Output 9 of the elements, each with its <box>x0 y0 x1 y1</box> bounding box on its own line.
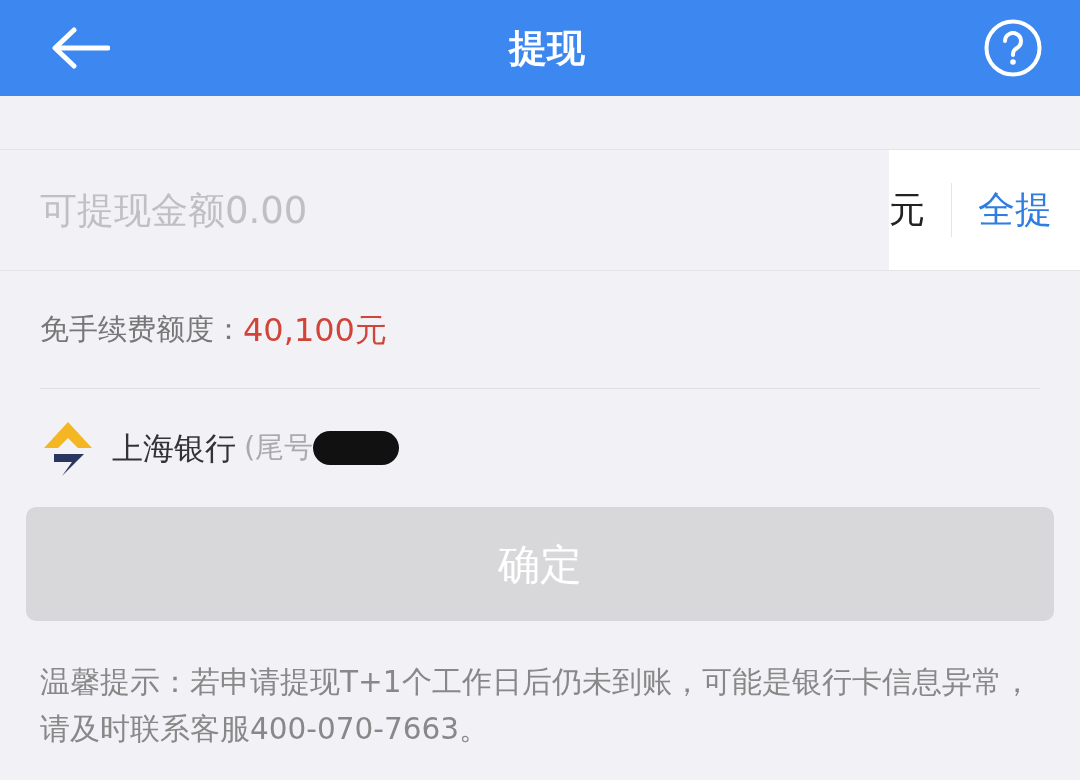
fee-free-label: 免手续费额度： <box>40 310 243 348</box>
card-tail-label: (尾号 <box>244 429 314 467</box>
back-arrow-icon[interactable] <box>50 26 110 70</box>
help-icon[interactable] <box>984 19 1042 77</box>
fee-free-amount: 40,100元 <box>243 309 387 351</box>
page-title: 提现 <box>509 24 585 72</box>
withdraw-all-button[interactable]: 全提 <box>952 150 1080 270</box>
tip-text: 温馨提示：若申请提现T+1个工作日后仍未到账，可能是银行卡信息异常，请及时联系客服400-070-7663。 <box>40 664 1033 748</box>
bank-name: 上海银行 <box>112 428 236 468</box>
